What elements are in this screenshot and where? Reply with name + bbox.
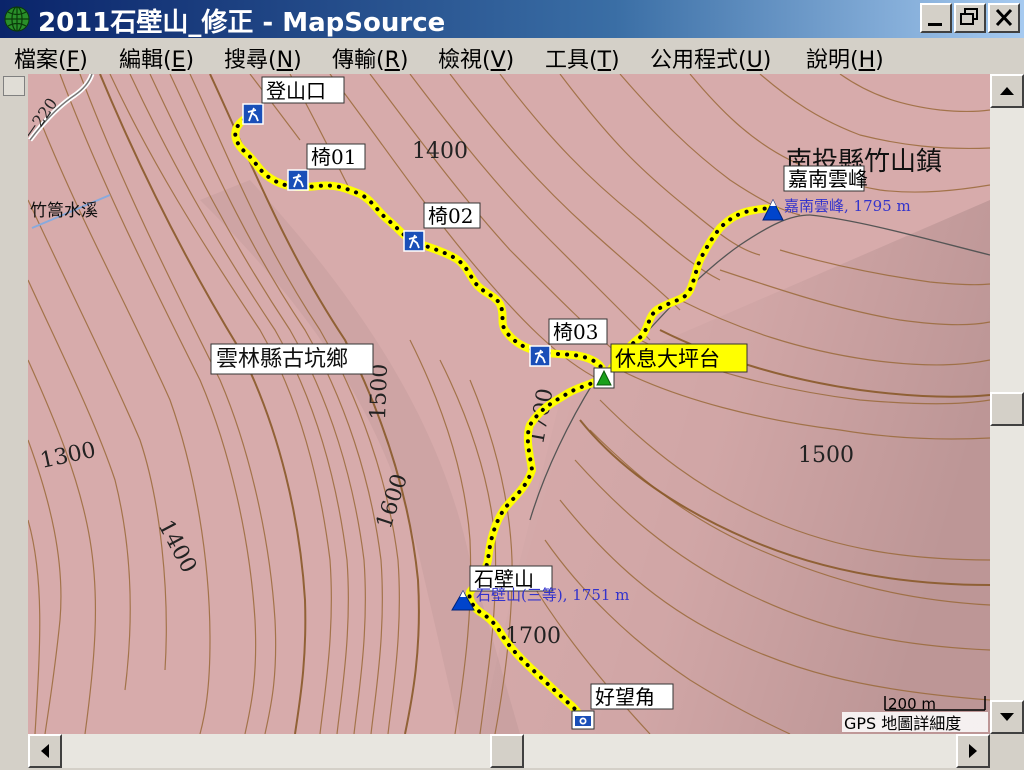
minimize-button[interactable] — [920, 3, 952, 33]
arrow-up-icon — [1000, 87, 1014, 95]
menu-file[interactable]: 檔案(F) — [14, 42, 88, 74]
vertical-scrollbar[interactable] — [990, 74, 1024, 734]
scroll-thumb-horizontal[interactable] — [490, 734, 524, 768]
map-detail-caption: GPS 地圖詳細度 — [844, 714, 961, 733]
peak-detail-label: 嘉南雲峰, 1795 m — [784, 197, 911, 215]
horizontal-scrollbar[interactable] — [28, 734, 990, 768]
arrow-down-icon — [1000, 713, 1014, 721]
waypoint-label: 椅03 — [553, 320, 598, 344]
waypoint-label: 休息大坪台 — [615, 347, 720, 371]
arrow-left-icon — [41, 744, 49, 758]
window-title: 2011石壁山_修正 - MapSource — [38, 8, 446, 38]
scroll-thumb[interactable] — [990, 392, 1024, 426]
left-corner — [0, 734, 28, 768]
menu-find[interactable]: 搜尋(N) — [224, 42, 302, 74]
map-canvas[interactable]: 1400 1500 1300 1400 1600 1700 1500 1700 … — [28, 74, 990, 734]
scrollbar-corner — [990, 734, 1024, 768]
scroll-up-button[interactable] — [990, 74, 1024, 108]
map-view[interactable]: 1400 1500 1300 1400 1600 1700 1500 1700 … — [28, 74, 990, 734]
left-panel-edge — [0, 74, 28, 734]
menu-tools[interactable]: 工具(T) — [545, 42, 620, 74]
scale-distance: 200 m — [888, 695, 936, 713]
camera-icon — [575, 716, 591, 726]
globe-icon — [4, 6, 30, 32]
minimize-icon — [928, 23, 942, 26]
menu-help[interactable]: 說明(H) — [806, 42, 884, 74]
scroll-right-button[interactable] — [956, 734, 990, 768]
scroll-left-button[interactable] — [28, 734, 62, 768]
town-label-yunlin: 雲林縣古坑鄉 — [216, 347, 348, 372]
splitter-handle[interactable] — [3, 76, 25, 96]
peak-detail-label: 石壁山(三等), 1751 m — [476, 586, 629, 604]
waypoint-label: 登山口 — [266, 79, 326, 103]
contour-label: 1400 — [412, 139, 468, 164]
menu-utilities[interactable]: 公用程式(U) — [650, 42, 771, 74]
menu-transfer[interactable]: 傳輸(R) — [332, 42, 408, 74]
menu-bar: 檔案(F) 編輯(E) 搜尋(N) 傳輸(R) 檢視(V) 工具(T) 公用程式… — [0, 38, 1024, 74]
contour-label: 1500 — [798, 443, 854, 468]
waypoint-label: 嘉南雲峰 — [788, 167, 868, 191]
title-bar[interactable]: 2011石壁山_修正 - MapSource — [0, 0, 1024, 38]
close-button[interactable] — [988, 3, 1020, 33]
menu-view[interactable]: 檢視(V) — [438, 42, 514, 74]
menu-edit[interactable]: 編輯(E) — [119, 42, 194, 74]
waypoint-label: 椅02 — [428, 204, 473, 228]
scroll-down-button[interactable] — [990, 700, 1024, 734]
waypoint-label: 好望角 — [595, 685, 655, 709]
restore-button[interactable] — [954, 3, 986, 33]
stream-label: 竹篙水溪 — [30, 201, 98, 221]
restore-icon — [960, 8, 978, 25]
close-icon — [995, 8, 1013, 27]
waypoint-label: 椅01 — [311, 145, 356, 169]
arrow-right-icon — [969, 744, 977, 758]
